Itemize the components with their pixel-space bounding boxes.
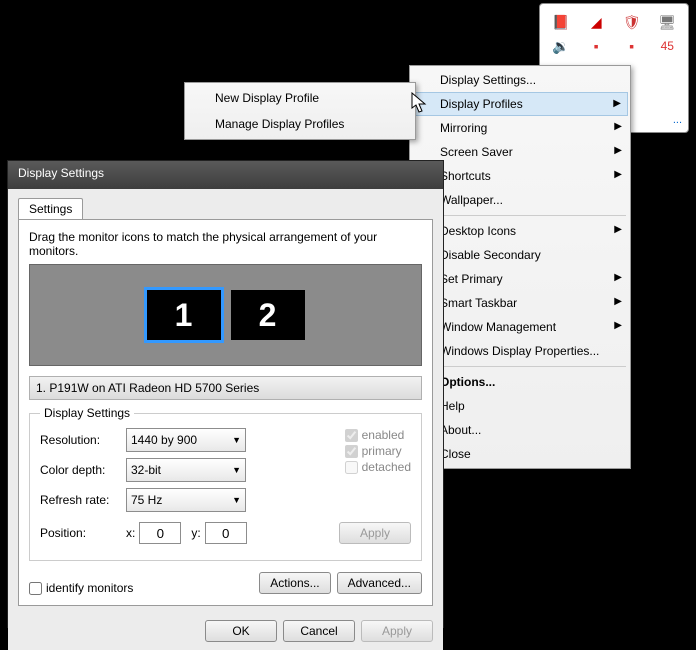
menu-display-settings[interactable]: Display Settings... <box>412 68 628 92</box>
menu-desktop-icons-label: Desktop Icons <box>440 224 516 238</box>
color-depth-dropdown[interactable]: 32-bit ▼ <box>126 458 246 482</box>
window-titlebar[interactable]: Display Settings <box>8 161 443 189</box>
menu-window-management[interactable]: Window Management ▶ <box>412 315 628 339</box>
menu-screen-saver[interactable]: Screen Saver ▶ <box>412 140 628 164</box>
instruction-text: Drag the monitor icons to match the phys… <box>29 230 422 258</box>
cancel-button[interactable]: Cancel <box>283 620 355 642</box>
display-settings-window: Display Settings Settings Drag the monit… <box>7 160 444 628</box>
position-label: Position: <box>40 526 126 540</box>
tray-icon-6[interactable]: ▪ <box>587 38 605 54</box>
menu-display-profiles[interactable]: Display Profiles ▶ <box>412 92 628 116</box>
enabled-checkbox: enabled <box>345 428 411 442</box>
submenu-arrow-icon: ▶ <box>614 320 622 331</box>
menu-set-primary[interactable]: Set Primary ▶ <box>412 267 628 291</box>
menu-separator <box>414 215 626 216</box>
tray-count[interactable]: 45 <box>658 38 676 54</box>
menu-mirroring-label: Mirroring <box>440 121 487 135</box>
refresh-rate-value: 75 Hz <box>131 493 162 507</box>
menu-about[interactable]: About... <box>412 418 628 442</box>
menu-smart-taskbar[interactable]: Smart Taskbar ▶ <box>412 291 628 315</box>
identify-monitors-label: identify monitors <box>46 581 133 595</box>
tray-icon-1[interactable]: 📕 <box>552 14 570 30</box>
submenu-arrow-icon: ▶ <box>614 296 622 307</box>
menu-mirroring[interactable]: Mirroring ▶ <box>412 116 628 140</box>
detached-checkbox-input <box>345 461 358 474</box>
submenu-arrow-icon: ▶ <box>614 121 622 132</box>
tab-panel: Drag the monitor icons to match the phys… <box>18 219 433 606</box>
dropdown-arrow-icon: ▼ <box>232 465 241 475</box>
actions-button[interactable]: Actions... <box>259 572 330 594</box>
menu-shortcuts-label: Shortcuts <box>440 169 491 183</box>
submenu-arrow-icon: ▶ <box>614 272 622 283</box>
primary-checkbox: primary <box>345 444 411 458</box>
menu-separator <box>414 366 626 367</box>
menu-shortcuts[interactable]: Shortcuts ▶ <box>412 164 628 188</box>
monitor-1[interactable]: 1 <box>147 290 221 340</box>
ok-button[interactable]: OK <box>205 620 277 642</box>
fieldset-legend: Display Settings <box>40 406 134 420</box>
menu-set-primary-label: Set Primary <box>440 272 503 286</box>
submenu-arrow-icon: ▶ <box>614 145 622 156</box>
tab-settings[interactable]: Settings <box>18 198 83 219</box>
detached-checkbox: detached <box>345 460 411 474</box>
tray-icon-3[interactable]: 🛡 <box>623 14 641 30</box>
color-depth-value: 32-bit <box>131 463 161 477</box>
detached-label: detached <box>362 460 411 474</box>
menu-disable-secondary[interactable]: Disable Secondary <box>412 243 628 267</box>
apply-button[interactable]: Apply <box>361 620 433 642</box>
refresh-rate-label: Refresh rate: <box>40 493 126 507</box>
x-input[interactable] <box>139 522 181 544</box>
y-label: y: <box>191 526 200 540</box>
menu-close[interactable]: Close <box>412 442 628 466</box>
tray-icon-4[interactable]: 🖥 <box>658 14 676 30</box>
submenu-arrow-icon: ▶ <box>614 224 622 235</box>
refresh-rate-dropdown[interactable]: 75 Hz ▼ <box>126 488 246 512</box>
menu-window-management-label: Window Management <box>440 320 556 334</box>
menu-screen-saver-label: Screen Saver <box>440 145 513 159</box>
menu-display-profiles-label: Display Profiles <box>440 97 523 111</box>
menu-windows-display-properties[interactable]: Windows Display Properties... <box>412 339 628 363</box>
dropdown-arrow-icon: ▼ <box>232 435 241 445</box>
enabled-label: enabled <box>362 428 405 442</box>
display-settings-fieldset: Display Settings Resolution: 1440 by 900… <box>29 406 422 561</box>
submenu-manage-profiles[interactable]: Manage Display Profiles <box>187 111 413 137</box>
dropdown-arrow-icon: ▼ <box>232 495 241 505</box>
advanced-button[interactable]: Advanced... <box>337 572 422 594</box>
color-depth-label: Color depth: <box>40 463 126 477</box>
menu-help[interactable]: Help <box>412 394 628 418</box>
menu-desktop-icons[interactable]: Desktop Icons ▶ <box>412 219 628 243</box>
y-input[interactable] <box>205 522 247 544</box>
submenu-arrow-icon: ▶ <box>614 169 622 180</box>
resolution-dropdown[interactable]: 1440 by 900 ▼ <box>126 428 246 452</box>
monitor-info: 1. P191W on ATI Radeon HD 5700 Series <box>29 376 422 400</box>
apply-settings-button[interactable]: Apply <box>339 522 411 544</box>
x-label: x: <box>126 526 135 540</box>
menu-smart-taskbar-label: Smart Taskbar <box>440 296 517 310</box>
menu-options[interactable]: Options... <box>412 370 628 394</box>
monitor-2[interactable]: 2 <box>231 290 305 340</box>
enabled-checkbox-input <box>345 429 358 442</box>
tray-customize[interactable]: ... <box>673 114 682 126</box>
resolution-value: 1440 by 900 <box>131 433 197 447</box>
submenu-new-profile[interactable]: New Display Profile <box>187 85 413 111</box>
identify-monitors-checkbox[interactable]: identify monitors <box>29 581 133 595</box>
primary-label: primary <box>362 444 402 458</box>
tray-icon-5[interactable]: 🔉 <box>552 38 570 54</box>
tray-icon-7[interactable]: ▪ <box>623 38 641 54</box>
identify-monitors-input[interactable] <box>29 582 42 595</box>
menu-wallpaper[interactable]: Wallpaper... <box>412 188 628 212</box>
tray-icon-2[interactable]: ◢ <box>587 14 605 30</box>
submenu-arrow-icon: ▶ <box>613 98 621 109</box>
primary-checkbox-input <box>345 445 358 458</box>
resolution-label: Resolution: <box>40 433 126 447</box>
submenu-display-profiles: New Display Profile Manage Display Profi… <box>184 82 416 140</box>
monitor-arrangement-area[interactable]: 1 2 <box>29 264 422 366</box>
